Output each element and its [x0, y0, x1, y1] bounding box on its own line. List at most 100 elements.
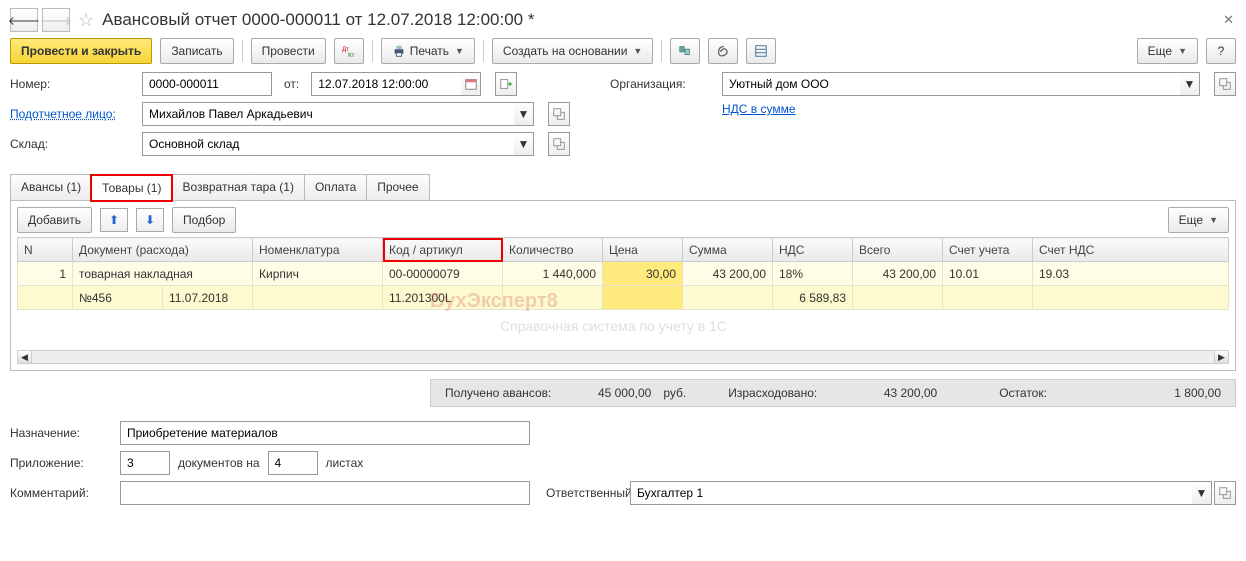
person-combo[interactable]: ▼ [142, 102, 534, 126]
close-icon[interactable]: ✕ [1221, 10, 1236, 30]
dropdown-button[interactable]: ▼ [514, 132, 534, 156]
horizontal-scrollbar[interactable]: ◀ ▶ [17, 350, 1229, 364]
cell-n[interactable]: 1 [18, 262, 73, 286]
pane-more-button[interactable]: Еще ▼ [1168, 207, 1229, 233]
number-label: Номер: [10, 77, 130, 91]
col-price[interactable]: Цена [603, 238, 683, 262]
cell-vat-account[interactable]: 19.03 [1033, 262, 1229, 286]
cell-empty [853, 286, 943, 310]
chevron-down-icon: ▼ [1178, 46, 1187, 56]
date-from-label: от: [284, 77, 299, 91]
org-combo[interactable]: ▼ [722, 72, 1200, 96]
dropdown-button[interactable]: ▼ [514, 102, 534, 126]
table-row[interactable]: 1 товарная накладная Кирпич 00-00000079 … [18, 262, 1229, 286]
dropdown-button[interactable]: ▼ [1192, 481, 1212, 505]
nav-forward-button[interactable]: 🡒 [42, 8, 70, 32]
cell-vat-sum[interactable]: 6 589,83 [773, 286, 853, 310]
dtkt-button[interactable]: ДтКт [334, 38, 364, 64]
comment-input[interactable] [120, 481, 530, 505]
col-vat[interactable]: НДС [773, 238, 853, 262]
cell-price[interactable]: 30,00 [603, 262, 683, 286]
cell-vat[interactable]: 18% [773, 262, 853, 286]
more-button[interactable]: Еще ▼ [1137, 38, 1198, 64]
col-n[interactable]: N [18, 238, 73, 262]
cell-doc-details[interactable]: №456 11.07.2018 [73, 286, 253, 310]
spent-label: Израсходовано: [722, 384, 823, 402]
cell-code2[interactable]: 11.201300L [383, 286, 503, 310]
tab-advances[interactable]: Авансы (1) [10, 174, 92, 200]
col-vat-account[interactable]: Счет НДС [1033, 238, 1229, 262]
attach-pages-input[interactable] [268, 451, 318, 475]
cell-qty[interactable]: 1 440,000 [503, 262, 603, 286]
responsible-label: Ответственный: [530, 486, 630, 500]
chevron-down-icon: ▼ [518, 107, 530, 121]
move-down-button[interactable]: ⬇ [136, 208, 164, 232]
page-title: Авансовый отчет 0000-000011 от 12.07.201… [102, 10, 1217, 30]
nds-link[interactable]: НДС в сумме [722, 102, 796, 116]
tab-goods[interactable]: Товары (1) [91, 175, 172, 201]
date-picker-extra-button[interactable] [495, 72, 517, 96]
create-on-basis-button[interactable]: Создать на основании ▼ [492, 38, 653, 64]
open-button[interactable] [548, 132, 570, 156]
number-input[interactable] [142, 72, 272, 96]
print-label: Печать [410, 44, 449, 58]
selection-button[interactable]: Подбор [172, 207, 236, 233]
post-and-close-button[interactable]: Провести и закрыть [10, 38, 152, 64]
scroll-right-icon[interactable]: ▶ [1214, 351, 1228, 363]
col-nomen[interactable]: Номенклатура [253, 238, 383, 262]
cell-total[interactable]: 43 200,00 [853, 262, 943, 286]
attach-docs-input[interactable] [120, 451, 170, 475]
save-button[interactable]: Записать [160, 38, 233, 64]
comment-label: Комментарий: [10, 486, 120, 500]
attachments-button[interactable] [708, 38, 738, 64]
responsible-combo[interactable]: ▼ [630, 481, 1212, 505]
cell-account[interactable]: 10.01 [943, 262, 1033, 286]
add-row-button[interactable]: Добавить [17, 207, 92, 233]
tab-tare[interactable]: Возвратная тара (1) [171, 174, 305, 200]
cell-empty [603, 286, 683, 310]
tab-other[interactable]: Прочее [366, 174, 429, 200]
link-icon [678, 44, 692, 58]
chevron-down-icon: ▼ [633, 46, 642, 56]
open-icon [552, 137, 566, 151]
open-button[interactable] [548, 102, 570, 126]
open-button[interactable] [1214, 481, 1236, 505]
col-code[interactable]: Код / артикул [383, 238, 503, 262]
calendar-icon [464, 77, 478, 91]
help-button[interactable]: ? [1206, 38, 1236, 64]
date-input[interactable] [311, 72, 481, 96]
col-qty[interactable]: Количество [503, 238, 603, 262]
table-row[interactable]: №456 11.07.2018 11.201300L 6 589,83 [18, 286, 1229, 310]
cell-doc[interactable]: товарная накладная [73, 262, 253, 286]
favorite-star-icon[interactable]: ☆ [78, 10, 94, 31]
purpose-input[interactable] [120, 421, 530, 445]
col-total[interactable]: Всего [853, 238, 943, 262]
col-sum[interactable]: Сумма [683, 238, 773, 262]
warehouse-combo[interactable]: ▼ [142, 132, 534, 156]
purpose-label: Назначение: [10, 426, 120, 440]
related-docs-button[interactable] [670, 38, 700, 64]
col-doc[interactable]: Документ (расхода) [73, 238, 253, 262]
cell-empty [503, 286, 603, 310]
open-button[interactable] [1214, 72, 1236, 96]
calendar-button[interactable] [461, 72, 481, 96]
cell-sum[interactable]: 43 200,00 [683, 262, 773, 286]
cell-empty [683, 286, 773, 310]
attach-suffix-label: листах [318, 456, 372, 470]
cell-nomen[interactable]: Кирпич [253, 262, 383, 286]
tab-payment[interactable]: Оплата [304, 174, 367, 200]
print-button[interactable]: Печать ▼ [381, 38, 475, 64]
rest-label: Остаток: [993, 384, 1053, 402]
cell-doc-date: 11.07.2018 [163, 287, 252, 309]
col-account[interactable]: Счет учета [943, 238, 1033, 262]
cell-code[interactable]: 00-00000079 [383, 262, 503, 286]
arrow-down-icon: ⬇ [145, 213, 155, 227]
person-label-link[interactable]: Подотчетное лицо: [10, 107, 130, 121]
scroll-left-icon[interactable]: ◀ [18, 351, 32, 363]
attach-mid-label: документов на [170, 456, 268, 470]
post-button[interactable]: Провести [251, 38, 326, 64]
list-mode-button[interactable] [746, 38, 776, 64]
nav-back-button[interactable]: 🡐 [10, 8, 38, 32]
dropdown-button[interactable]: ▼ [1180, 72, 1200, 96]
move-up-button[interactable]: ⬆ [100, 208, 128, 232]
